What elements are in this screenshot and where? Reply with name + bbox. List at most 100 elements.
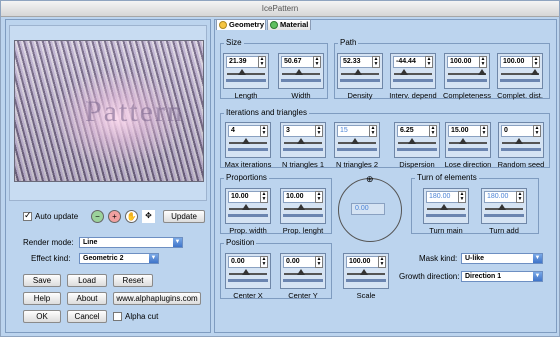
random-seed-value[interactable]: 0 <box>501 125 534 137</box>
density-field[interactable]: 52.33 ▲ ▼ <box>337 53 383 89</box>
length-value[interactable]: 21.39 <box>226 56 259 68</box>
dispersion-slider-track[interactable] <box>398 142 436 144</box>
auto-update-checkbox[interactable] <box>23 210 32 221</box>
turn-add-field[interactable]: 180.00 ▲ ▼ <box>481 188 527 224</box>
spinner-icon[interactable]: ▲ ▼ <box>532 56 540 68</box>
interv-depend-slider-thumb[interactable] <box>400 69 409 75</box>
spinner-icon[interactable]: ▲ ▼ <box>458 191 466 203</box>
n-triangles-1-slider-thumb[interactable] <box>297 138 305 144</box>
help-button[interactable]: Help <box>23 292 61 305</box>
prop-length-field[interactable]: 10.00 ▲ ▼ <box>280 188 326 224</box>
complet-dist-value[interactable]: 100.00 <box>500 56 533 68</box>
prop-width-field[interactable]: 10.00 ▲ ▼ <box>225 188 271 224</box>
dial-value[interactable]: 0.00 <box>351 203 385 215</box>
mask-kind-select[interactable]: U-like ▼ <box>461 253 543 264</box>
turn-main-slider-thumb[interactable] <box>440 204 448 210</box>
spinner-icon[interactable]: ▲ ▼ <box>260 191 268 203</box>
alpha-cut-checkbox[interactable] <box>113 312 122 321</box>
spinner-icon[interactable]: ▲ ▼ <box>260 125 268 137</box>
prop-length-slider-thumb[interactable] <box>297 204 305 210</box>
render-mode-select[interactable]: Line ▼ <box>79 237 183 248</box>
width-field[interactable]: 50.67 ▲ ▼ <box>278 53 324 89</box>
spinner-icon[interactable]: ▲ ▼ <box>315 256 323 268</box>
max-iterations-value[interactable]: 4 <box>228 125 261 137</box>
turn-add-value[interactable]: 180.00 <box>484 191 517 203</box>
scale-value[interactable]: 100.00 <box>346 256 379 268</box>
scale-slider-thumb[interactable] <box>360 269 368 275</box>
dial-handle-icon[interactable]: ⊕ <box>366 174 374 185</box>
preview-image[interactable]: Pattern <box>14 40 204 182</box>
spinner-icon[interactable]: ▲ ▼ <box>372 56 380 68</box>
completeness-slider-thumb[interactable] <box>478 69 486 75</box>
about-button[interactable]: About <box>67 292 107 305</box>
move-icon[interactable]: ✥ <box>142 210 155 223</box>
tab-material[interactable]: Material <box>267 19 311 30</box>
reset-button[interactable]: Reset <box>113 274 153 287</box>
complet-dist-slider-thumb[interactable] <box>531 69 539 75</box>
complet-dist-field[interactable]: 100.00 ▲ ▼ <box>497 53 543 89</box>
angle-dial[interactable]: ⊕ 0.00 <box>338 174 402 242</box>
cancel-button[interactable]: Cancel <box>67 310 107 323</box>
n-triangles-1-value[interactable]: 3 <box>283 125 316 137</box>
turn-add-slider-thumb[interactable] <box>498 204 506 210</box>
n-triangles-2-value[interactable]: 15 <box>337 125 370 137</box>
hand-icon[interactable]: ✋ <box>125 210 138 223</box>
n-triangles-1-field[interactable]: 3 ▲ ▼ <box>280 122 326 158</box>
website-button[interactable]: www.alphaplugins.com <box>113 292 201 305</box>
center-x-slider-thumb[interactable] <box>242 269 250 275</box>
spinner-icon[interactable]: ▲ ▼ <box>429 125 437 137</box>
width-slider-thumb[interactable] <box>295 69 303 75</box>
center-y-value[interactable]: 0.00 <box>283 256 316 268</box>
prop-width-slider-thumb[interactable] <box>242 204 250 210</box>
save-button[interactable]: Save <box>23 274 61 287</box>
spinner-icon[interactable]: ▲ ▼ <box>533 125 541 137</box>
update-button[interactable]: Update <box>163 210 205 223</box>
prop-length-value[interactable]: 10.00 <box>283 191 316 203</box>
lose-direction-field[interactable]: 15.00 ▲ ▼ <box>445 122 491 158</box>
growth-direction-select[interactable]: Direction 1 ▼ <box>461 271 543 282</box>
interv-depend-value[interactable]: -44.44 <box>393 56 426 68</box>
dispersion-value[interactable]: 6.25 <box>397 125 430 137</box>
effect-kind-select[interactable]: Geometric 2 ▼ <box>79 253 159 264</box>
n-triangles-2-slider-thumb[interactable] <box>351 138 359 144</box>
completeness-value[interactable]: 100.00 <box>447 56 480 68</box>
center-y-field[interactable]: 0.00 ▲ ▼ <box>280 253 326 289</box>
spinner-icon[interactable]: ▲ ▼ <box>315 125 323 137</box>
center-x-value[interactable]: 0.00 <box>228 256 261 268</box>
spinner-icon[interactable]: ▲ ▼ <box>425 56 433 68</box>
ok-button[interactable]: OK <box>23 310 61 323</box>
max-iterations-field[interactable]: 4 ▲ ▼ <box>225 122 271 158</box>
zoom-in-icon[interactable]: + <box>108 210 121 223</box>
spinner-icon[interactable]: ▲ ▼ <box>315 191 323 203</box>
spinner-icon[interactable]: ▲ ▼ <box>378 256 386 268</box>
spinner-icon[interactable]: ▲ ▼ <box>479 56 487 68</box>
density-value[interactable]: 52.33 <box>340 56 373 68</box>
center-x-field[interactable]: 0.00 ▲ ▼ <box>225 253 271 289</box>
spinner-icon[interactable]: ▲ ▼ <box>260 256 268 268</box>
lose-direction-slider-track[interactable] <box>449 142 487 144</box>
lose-direction-value[interactable]: 15.00 <box>448 125 481 137</box>
zoom-out-icon[interactable]: − <box>91 210 104 223</box>
completeness-field[interactable]: 100.00 ▲ ▼ <box>444 53 490 89</box>
dispersion-field[interactable]: 6.25 ▲ ▼ <box>394 122 440 158</box>
spinner-icon[interactable]: ▲ ▼ <box>369 125 377 137</box>
spinner-icon[interactable]: ▲ ▼ <box>516 191 524 203</box>
max-iterations-slider-thumb[interactable] <box>242 138 250 144</box>
tab-geometry[interactable]: Geometry <box>216 19 266 30</box>
width-value[interactable]: 50.67 <box>281 56 314 68</box>
preview-area[interactable]: Pattern <box>9 25 207 201</box>
center-y-slider-thumb[interactable] <box>297 269 305 275</box>
random-seed-slider-thumb[interactable] <box>515 138 523 144</box>
dispersion-slider-thumb[interactable] <box>407 138 416 144</box>
n-triangles-2-field[interactable]: 15 ▲ ▼ <box>334 122 380 158</box>
length-slider-thumb[interactable] <box>238 69 247 75</box>
density-slider-thumb[interactable] <box>354 69 362 75</box>
lose-direction-slider-thumb[interactable] <box>458 138 467 144</box>
length-field[interactable]: 21.39 ▲ ▼ <box>223 53 269 89</box>
spinner-icon[interactable]: ▲ ▼ <box>313 56 321 68</box>
scale-field[interactable]: 100.00 ▲ ▼ <box>343 253 389 289</box>
turn-main-value[interactable]: 180.00 <box>426 191 459 203</box>
interv-depend-field[interactable]: -44.44 ▲ ▼ <box>390 53 436 89</box>
load-button[interactable]: Load <box>67 274 107 287</box>
random-seed-field[interactable]: 0 ▲ ▼ <box>498 122 544 158</box>
